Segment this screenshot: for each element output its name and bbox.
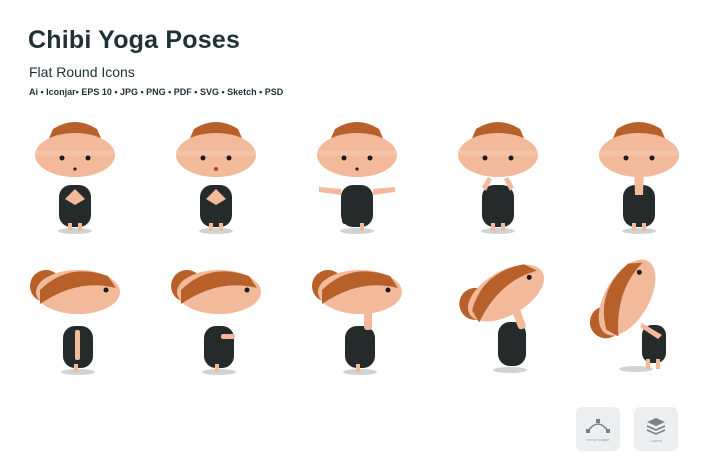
pose-front-prayer-2 bbox=[176, 122, 256, 234]
layers-icon bbox=[646, 417, 666, 435]
pose-front-arms-up bbox=[458, 122, 538, 234]
vector-shape-badge: vector shape bbox=[576, 407, 620, 451]
pose-side-hands-face bbox=[312, 270, 402, 375]
pose-forward-fold bbox=[584, 250, 668, 372]
pose-front-hands-together bbox=[599, 122, 679, 234]
pose-side-standing bbox=[30, 270, 120, 375]
vector-shape-label: vector shape bbox=[586, 436, 610, 442]
pose-front-arms-out bbox=[317, 122, 397, 234]
pose-front-prayer-1 bbox=[35, 122, 115, 234]
layers-badge: Layers bbox=[634, 407, 678, 451]
pose-side-arm-forward bbox=[171, 270, 261, 375]
icon-grid bbox=[30, 0, 710, 375]
vector-shape-icon bbox=[586, 418, 610, 433]
pose-side-bending bbox=[453, 253, 554, 373]
layers-label: Layers bbox=[649, 437, 662, 443]
